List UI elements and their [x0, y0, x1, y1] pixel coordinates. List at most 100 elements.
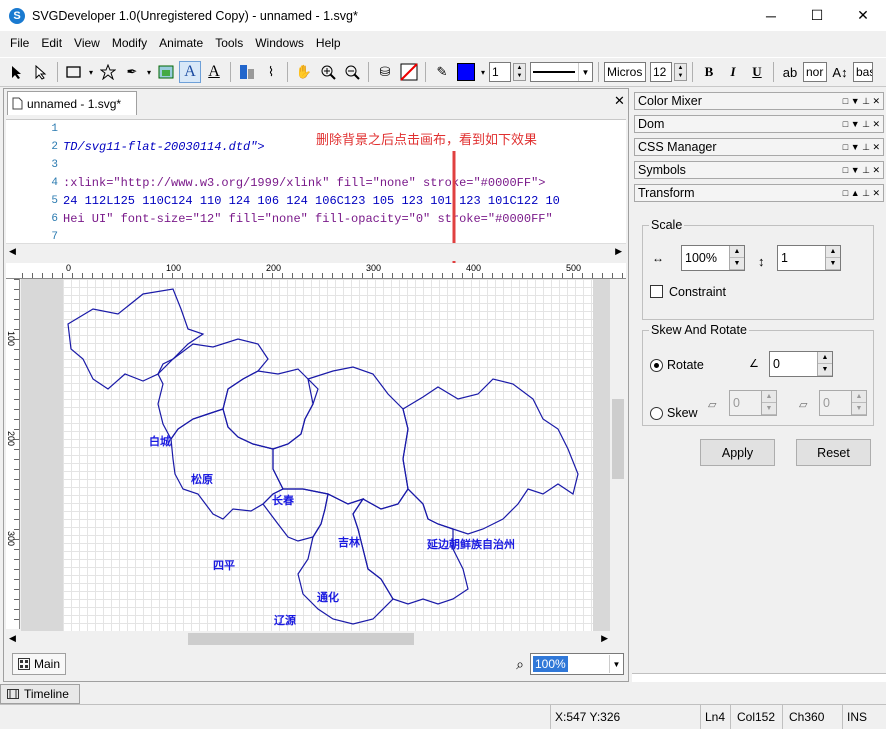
scroll-thumb[interactable]: [612, 399, 624, 479]
skew-y-input[interactable]: 0 ▲ ▼: [819, 390, 867, 416]
rotate-radio[interactable]: [650, 359, 663, 372]
chevron-down-icon[interactable]: ▾: [87, 61, 95, 83]
main-view-tab[interactable]: Main: [12, 653, 67, 675]
ruler-top: 0 100 200 300 400 500: [18, 263, 626, 279]
rotate-spinner[interactable]: ▲ ▼: [817, 352, 832, 376]
canvas-horizontal-scrollbar[interactable]: ◀ ▶: [6, 631, 626, 647]
panel-controls[interactable]: □ ▼ ⊥ ✕: [843, 142, 883, 153]
chevron-down-icon[interactable]: ▾: [145, 61, 153, 83]
stroke-width-input[interactable]: 1: [489, 62, 511, 82]
close-button[interactable]: ✕: [840, 0, 886, 31]
svg-page[interactable]: 白城 松原 长春 吉林 延边朝鲜族自治州 四平 辽源 白山: [63, 279, 593, 631]
document-icon: [12, 97, 23, 110]
skew-x-input[interactable]: 0 ▲ ▼: [729, 390, 777, 416]
eyedropper-icon[interactable]: ⌇: [260, 61, 282, 83]
zoom-in-icon[interactable]: [317, 61, 339, 83]
stroke-pen-icon[interactable]: ✎: [431, 61, 453, 83]
scale-x-input[interactable]: 100% ▲ ▼: [681, 245, 745, 271]
zoom-tool-icon[interactable]: ⌕: [516, 656, 524, 673]
panel-dom[interactable]: Dom □ ▼ ⊥ ✕: [634, 115, 884, 133]
skew-x-spinner[interactable]: ▲ ▼: [761, 391, 776, 415]
apply-button[interactable]: Apply: [700, 439, 775, 466]
menu-windows[interactable]: Windows: [249, 36, 310, 50]
font-size-input[interactable]: 12: [650, 62, 672, 82]
bold-button[interactable]: B: [698, 61, 720, 83]
rotate-value: 0: [773, 357, 780, 371]
image-tool-icon[interactable]: [155, 61, 177, 83]
minimize-button[interactable]: ─: [748, 0, 794, 31]
scroll-thumb[interactable]: [188, 633, 414, 645]
menu-bar: File Edit View Modify Animate Tools Wind…: [0, 32, 886, 54]
chevron-down-icon[interactable]: ▾: [479, 61, 487, 83]
document-tab[interactable]: unnamed - 1.svg*: [7, 91, 137, 115]
menu-view[interactable]: View: [68, 36, 106, 50]
menu-modify[interactable]: Modify: [106, 36, 153, 50]
scroll-right-icon[interactable]: ▶: [615, 246, 622, 257]
panel-controls[interactable]: □ ▼ ⊥ ✕: [843, 119, 883, 130]
menu-file[interactable]: File: [4, 36, 35, 50]
text-style-input[interactable]: nor: [803, 62, 827, 82]
menu-help[interactable]: Help: [310, 36, 347, 50]
zoom-out-icon[interactable]: [341, 61, 363, 83]
gradient-tool-icon[interactable]: [236, 61, 258, 83]
constraint-checkbox[interactable]: [650, 285, 663, 298]
text-tool-icon[interactable]: A: [179, 61, 201, 83]
select-arrow-icon[interactable]: [6, 61, 28, 83]
drawing-canvas[interactable]: 白城 松原 长春 吉林 延边朝鲜族自治州 四平 辽源 白山: [21, 279, 610, 631]
film-icon: [7, 689, 19, 699]
skew-radio[interactable]: [650, 407, 663, 420]
no-fill-icon[interactable]: [398, 61, 420, 83]
panel-controls[interactable]: □ ▲ ⊥ ✕: [843, 188, 883, 199]
timeline-tab[interactable]: Timeline: [0, 684, 80, 704]
panel-css-manager[interactable]: CSS Manager □ ▼ ⊥ ✕: [634, 138, 884, 156]
scale-y-input[interactable]: 1 ▲ ▼: [777, 245, 841, 271]
code-horizontal-scrollbar[interactable]: ◀ ▶: [6, 243, 626, 261]
star-tool-icon[interactable]: [97, 61, 119, 83]
skew-y-spinner[interactable]: ▲ ▼: [851, 391, 866, 415]
node-select-icon[interactable]: [30, 61, 52, 83]
scale-group: [642, 225, 874, 320]
underline-button[interactable]: U: [746, 61, 768, 83]
panel-controls[interactable]: □ ▼ ⊥ ✕: [843, 165, 883, 176]
panel-symbols[interactable]: Symbols □ ▼ ⊥ ✕: [634, 161, 884, 179]
ruler-label: 200: [266, 263, 282, 273]
scale-y-spinner[interactable]: ▲ ▼: [825, 246, 840, 270]
panel-tab-strip[interactable]: [632, 673, 886, 682]
fill-color-swatch[interactable]: [455, 61, 477, 83]
stroke-width-spinner[interactable]: ▲ ▼: [513, 63, 526, 81]
menu-animate[interactable]: Animate: [153, 36, 209, 50]
maximize-button[interactable]: ☐: [794, 0, 840, 31]
canvas-vertical-scrollbar[interactable]: [610, 279, 626, 631]
panel-controls[interactable]: □ ▼ ⊥ ✕: [843, 96, 883, 107]
letter-spacing-icon[interactable]: ab: [779, 61, 801, 83]
scroll-left-icon[interactable]: ◀: [9, 246, 16, 257]
grid-icon: [18, 658, 30, 670]
scale-x-spinner[interactable]: ▲ ▼: [729, 246, 744, 270]
panel-transform[interactable]: Transform □ ▲ ⊥ ✕: [634, 184, 884, 202]
close-document-icon[interactable]: ✕: [614, 93, 625, 109]
reset-button[interactable]: Reset: [796, 439, 871, 466]
scroll-left-icon[interactable]: ◀: [9, 633, 16, 644]
rectangle-tool-icon[interactable]: [63, 61, 85, 83]
menu-tools[interactable]: Tools: [209, 36, 249, 50]
pen-tool-icon[interactable]: ✒: [121, 61, 143, 83]
font-name-input[interactable]: Micros: [604, 62, 646, 82]
baseline-icon[interactable]: A↕: [829, 61, 851, 83]
paint-bucket-icon[interactable]: ⛁: [374, 61, 396, 83]
ruler-label: 200: [6, 431, 16, 447]
menu-edit[interactable]: Edit: [35, 36, 68, 50]
vertical-text-tool-icon[interactable]: A: [203, 61, 225, 83]
panel-color-mixer[interactable]: Color Mixer □ ▼ ⊥ ✕: [634, 92, 884, 110]
baseline-input[interactable]: bas: [853, 62, 873, 82]
map-label-tonghua: 通化: [317, 591, 339, 604]
scroll-right-icon[interactable]: ▶: [601, 633, 608, 644]
hand-pan-icon[interactable]: ✋: [293, 61, 315, 83]
italic-button[interactable]: I: [722, 61, 744, 83]
font-size-spinner[interactable]: ▲ ▼: [674, 63, 687, 81]
rotate-input[interactable]: 0 ▲ ▼: [769, 351, 833, 377]
vertical-arrows-icon: ↕: [758, 254, 765, 269]
line-style-select[interactable]: ▼: [530, 62, 593, 82]
zoom-select[interactable]: 100% ▼: [530, 653, 624, 675]
region-yanbian: [402, 378, 579, 535]
jilin-map[interactable]: [63, 279, 593, 631]
